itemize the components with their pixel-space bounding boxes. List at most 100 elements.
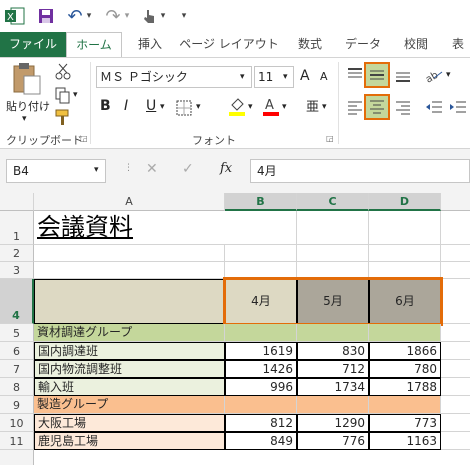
borders-dropdown-icon[interactable]: ▾ <box>196 102 201 112</box>
cell-c9[interactable] <box>297 396 369 414</box>
column-header-b[interactable]: B <box>225 193 297 211</box>
cell-c1[interactable] <box>297 211 369 245</box>
tab-review[interactable]: 校閲 <box>396 32 436 58</box>
font-size-select[interactable]: 11 <box>254 66 294 88</box>
tab-view[interactable]: 表 <box>452 32 470 58</box>
cell-d7[interactable]: 780 <box>369 360 441 378</box>
phonetic-dropdown-icon[interactable]: ▾ <box>322 102 327 112</box>
redo-icon[interactable]: ↷ <box>104 6 122 27</box>
font-name-dropdown-icon[interactable]: ▾ <box>240 72 245 82</box>
worksheet-grid[interactable]: A B C D 1 2 3 4 5 6 7 8 9 10 11 会議資料 4月 … <box>0 193 470 465</box>
cell-b6[interactable]: 1619 <box>225 342 297 360</box>
cell-e1[interactable] <box>441 211 470 245</box>
row-header[interactable]: 5 <box>0 324 34 342</box>
row-header[interactable]: 2 <box>0 245 34 262</box>
paste-dropdown-icon[interactable]: ▾ <box>22 114 27 124</box>
fill-color-icon[interactable] <box>228 96 246 116</box>
enter-icon[interactable]: ✓ <box>182 161 194 177</box>
formula-input[interactable]: 4月 <box>250 159 470 183</box>
row-header[interactable]: 7 <box>0 360 34 378</box>
format-painter-icon[interactable] <box>54 108 72 126</box>
cell-c6[interactable]: 830 <box>297 342 369 360</box>
right-align-icon[interactable] <box>394 98 412 116</box>
orientation-dropdown-icon[interactable]: ▾ <box>446 70 451 80</box>
underline-dropdown-icon[interactable]: ▾ <box>160 102 165 112</box>
cell-a7[interactable]: 国内物流調整班 <box>34 360 225 378</box>
cell-d6[interactable]: 1866 <box>369 342 441 360</box>
cell-e4[interactable] <box>441 279 470 324</box>
cell-b1[interactable] <box>225 211 297 245</box>
row-header[interactable]: 9 <box>0 396 34 414</box>
row-header[interactable] <box>0 450 34 465</box>
paste-icon[interactable] <box>8 62 48 96</box>
cell-b10[interactable]: 812 <box>225 414 297 432</box>
cell-a6[interactable]: 国内調達班 <box>34 342 225 360</box>
cell-d11[interactable]: 1163 <box>369 432 441 450</box>
copy-dropdown-icon[interactable]: ▾ <box>73 90 78 100</box>
decrease-indent-icon[interactable] <box>424 98 444 116</box>
font-launcher-icon[interactable]: ◲ <box>326 134 334 143</box>
tab-insert[interactable]: 挿入 <box>130 32 170 58</box>
undo-dropdown-icon[interactable]: ▾ <box>84 6 94 26</box>
phonetic-icon[interactable]: 亜 <box>306 96 319 115</box>
cell-d5[interactable] <box>369 324 441 342</box>
center-align-button[interactable] <box>364 94 390 120</box>
cell-c10[interactable]: 1290 <box>297 414 369 432</box>
cell-e2[interactable] <box>441 245 470 262</box>
top-align-icon[interactable] <box>346 66 364 84</box>
cell-a5[interactable]: 資材調達グループ <box>34 324 225 342</box>
touch-mode-icon[interactable] <box>140 6 158 26</box>
cell-a11[interactable]: 鹿児島工場 <box>34 432 225 450</box>
borders-icon[interactable] <box>176 100 192 116</box>
insert-function-icon[interactable]: fx <box>220 161 232 176</box>
tab-formulas[interactable]: 数式 <box>290 32 330 58</box>
cell-b9[interactable] <box>225 396 297 414</box>
tab-file[interactable]: ファイル <box>0 32 66 58</box>
cell-a4[interactable] <box>34 279 225 324</box>
redo-dropdown-icon[interactable]: ▾ <box>122 6 132 26</box>
copy-icon[interactable] <box>54 86 72 104</box>
column-header-c[interactable]: C <box>297 193 369 211</box>
cell-e8[interactable] <box>441 378 470 396</box>
orientation-icon[interactable]: ab <box>424 66 444 86</box>
cell-e7[interactable] <box>441 360 470 378</box>
cell-b8[interactable]: 996 <box>225 378 297 396</box>
column-header-d[interactable]: D <box>369 193 441 211</box>
cell-a2[interactable] <box>34 245 225 262</box>
font-size-dropdown-icon[interactable]: ▾ <box>283 72 288 82</box>
font-color-icon[interactable]: A <box>262 96 280 116</box>
customize-qat-icon[interactable]: ▾ <box>178 6 190 26</box>
column-header-a[interactable]: A <box>34 193 225 211</box>
cancel-icon[interactable]: ✕ <box>146 161 158 177</box>
touch-dropdown-icon[interactable]: ▾ <box>158 6 168 26</box>
cell-a10[interactable]: 大阪工場 <box>34 414 225 432</box>
cell-a8[interactable]: 輸入班 <box>34 378 225 396</box>
row-header[interactable]: 11 <box>0 432 34 450</box>
cut-icon[interactable] <box>54 62 72 80</box>
font-name-select[interactable]: ＭＳ Ｐゴシック <box>96 66 252 88</box>
cell-b5[interactable] <box>225 324 297 342</box>
middle-align-button[interactable] <box>364 62 390 88</box>
row-header[interactable]: 6 <box>0 342 34 360</box>
select-all-corner[interactable] <box>0 193 34 211</box>
cell-a1[interactable]: 会議資料 <box>34 211 225 245</box>
grow-font-icon[interactable]: A <box>300 68 310 84</box>
underline-button[interactable]: U <box>146 98 156 114</box>
bold-button[interactable]: B <box>100 98 111 114</box>
row-header[interactable]: 3 <box>0 262 34 279</box>
cell-e9[interactable] <box>441 396 470 414</box>
cell-b7[interactable]: 1426 <box>225 360 297 378</box>
increase-indent-icon[interactable] <box>448 98 468 116</box>
bottom-align-icon[interactable] <box>394 66 412 84</box>
cell-d2[interactable] <box>369 245 441 262</box>
undo-icon[interactable]: ↶ <box>66 6 84 27</box>
clipboard-launcher-icon[interactable]: ◲ <box>80 134 88 143</box>
cell-c5[interactable] <box>297 324 369 342</box>
cell-d8[interactable]: 1788 <box>369 378 441 396</box>
name-box-dropdown-icon[interactable]: ▾ <box>94 165 99 175</box>
tab-data[interactable]: データ <box>340 32 386 58</box>
tab-page-layout[interactable]: ページ レイアウト <box>176 32 282 58</box>
name-box[interactable]: B4 <box>6 159 106 183</box>
shrink-font-icon[interactable]: A <box>320 70 328 83</box>
cell-e3[interactable] <box>441 262 470 279</box>
